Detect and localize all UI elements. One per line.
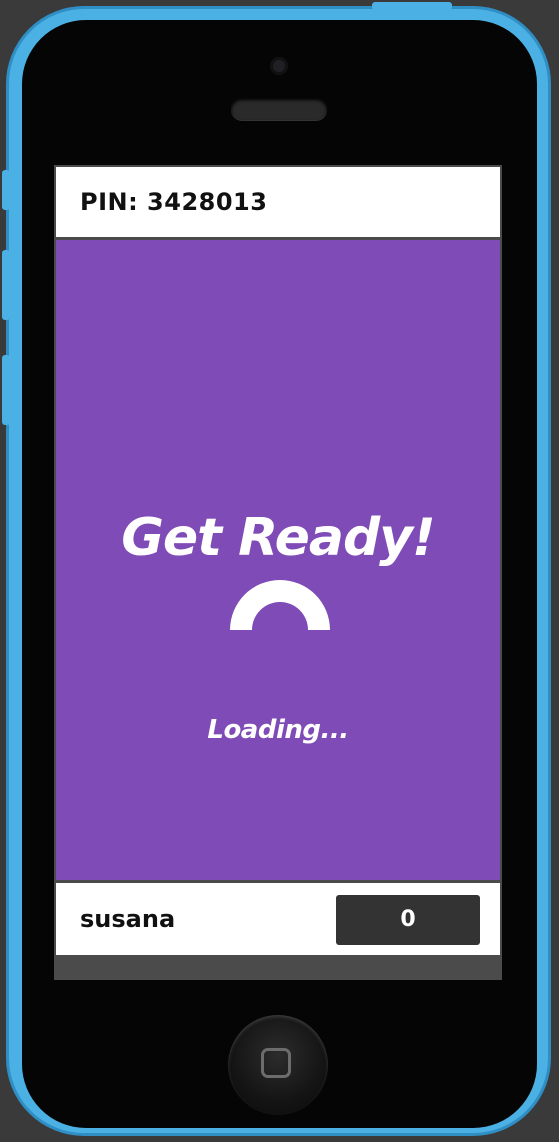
power-button bbox=[372, 2, 452, 10]
loading-status: Loading... bbox=[207, 715, 349, 745]
game-pin: PIN: 3428013 bbox=[80, 188, 268, 216]
home-button-icon[interactable] bbox=[228, 1015, 328, 1115]
camera-icon bbox=[270, 57, 288, 75]
get-ready-title: Get Ready! bbox=[121, 508, 436, 568]
pin-bar: PIN: 3428013 bbox=[56, 167, 500, 237]
volume-up-button bbox=[2, 250, 10, 320]
home-square-icon bbox=[261, 1048, 291, 1078]
player-bar: susana 0 bbox=[56, 883, 500, 955]
player-nickname: susana bbox=[80, 905, 176, 933]
mute-switch bbox=[2, 170, 10, 210]
score-badge: 0 bbox=[336, 895, 480, 945]
loading-spinner-icon bbox=[230, 580, 330, 630]
app-screen: PIN: 3428013 Get Ready! Loading... susan… bbox=[54, 165, 502, 980]
volume-down-button bbox=[2, 355, 10, 425]
get-ready-panel: Get Ready! Loading... bbox=[56, 240, 500, 880]
speaker-icon bbox=[231, 98, 327, 120]
